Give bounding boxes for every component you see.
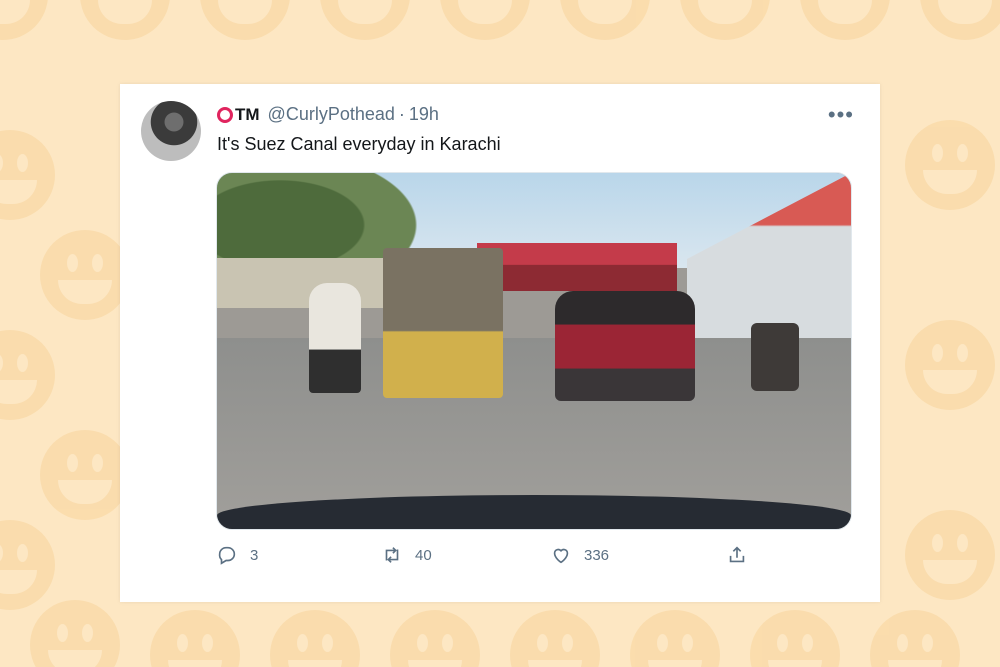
photo-red-car [555, 291, 695, 401]
smiley-icon [150, 610, 240, 667]
smiley-icon [510, 610, 600, 667]
smiley-icon [905, 320, 995, 410]
tweet-text: It's Suez Canal everyday in Karachi [217, 134, 501, 154]
smiley-icon [270, 610, 360, 667]
display-name: TM [235, 104, 260, 124]
smiley-icon [630, 610, 720, 667]
reply-icon [218, 546, 236, 565]
like-icon [553, 548, 569, 564]
photo-dashboard [217, 495, 851, 529]
smiley-icon [750, 610, 840, 667]
smiley-icon [680, 0, 770, 40]
like-button[interactable]: 336 [550, 544, 609, 566]
photo-motorcyclist [309, 283, 361, 393]
retweet-count: 40 [415, 546, 432, 564]
smiley-icon [40, 430, 130, 520]
photo-parked-bike [751, 323, 799, 391]
smiley-icon [200, 0, 290, 40]
share-icon [729, 546, 745, 563]
share-button[interactable] [726, 544, 748, 566]
smiley-icon [800, 0, 890, 40]
retweet-button[interactable]: 40 [381, 544, 432, 566]
smiley-icon [0, 0, 48, 40]
smiley-icon [560, 0, 650, 40]
more-options-icon[interactable]: ••• [828, 104, 854, 126]
timestamp[interactable]: 19h [409, 104, 439, 125]
user-handle[interactable]: @CurlyPothead [268, 104, 395, 125]
smiley-icon [0, 330, 55, 420]
smiley-icon [905, 120, 995, 210]
smiley-icon [390, 610, 480, 667]
like-count: 336 [584, 546, 610, 564]
reply-button[interactable]: 3 [216, 544, 258, 566]
reply-count: 3 [250, 546, 259, 564]
avatar[interactable] [141, 101, 201, 161]
smiley-icon [0, 130, 55, 220]
smiley-icon [905, 510, 995, 600]
photo-wall [217, 258, 387, 308]
photo-bus [477, 243, 677, 291]
ring-icon [217, 106, 233, 123]
separator: · [398, 104, 405, 124]
tweet-card[interactable]: TM @CurlyPothead · 19h ••• It's Suez Can… [120, 84, 880, 602]
tweet-header: TM @CurlyPothead · 19h [217, 104, 439, 125]
smiley-icon [30, 600, 120, 667]
smiley-icon [80, 0, 170, 40]
smiley-icon [440, 0, 530, 40]
photo-rickshaw [383, 248, 503, 398]
smiley-icon [40, 230, 130, 320]
retweet-icon [385, 547, 399, 563]
smiley-icon [870, 610, 960, 667]
tweet-photo[interactable] [216, 172, 852, 530]
tweet-actions: 3 40 336 [216, 544, 850, 574]
display-name-logo[interactable]: TM [217, 105, 260, 125]
smiley-icon [920, 0, 1000, 40]
smiley-icon [0, 520, 55, 610]
smiley-icon [320, 0, 410, 40]
